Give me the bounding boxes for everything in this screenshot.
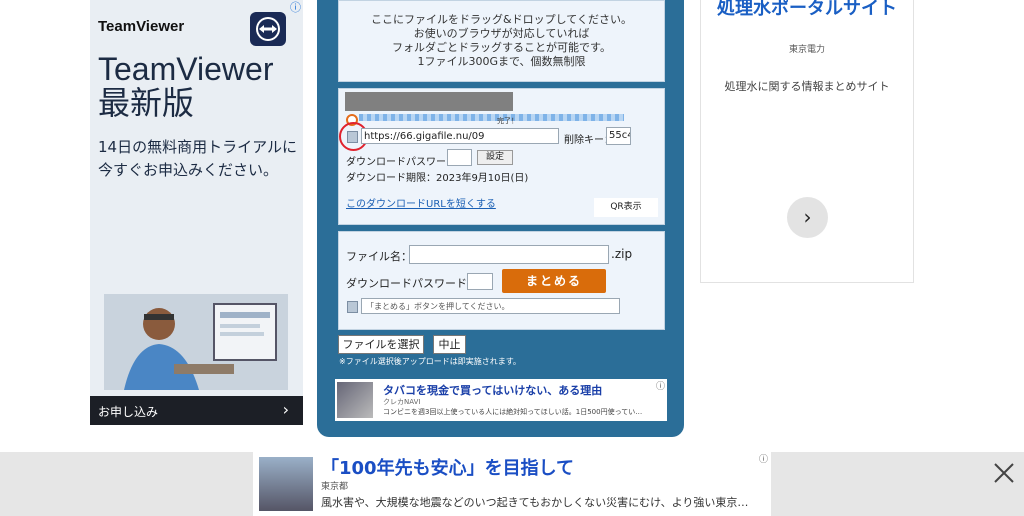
zip-hint-field: 「まとめる」ボタンを押してください。 xyxy=(361,298,620,314)
download-url-field[interactable]: https://66.gigafile.nu/09 xyxy=(361,128,559,144)
matomeru-button[interactable]: まとめる xyxy=(502,269,606,293)
zip-password-label: ダウンロードパスワード： xyxy=(346,277,478,290)
drop-zone-instructions: ここにファイルをドラッグ&ドロップしてください。 お使いのブラウザが対応していれ… xyxy=(371,13,632,68)
right-advertisement[interactable]: 処理水ポータルサイト 東京電力 処理水に関する情報まとめサイト › xyxy=(700,0,914,283)
inner-advertisement[interactable]: タバコを現金で買ってはいけない、ある理由 クレカNAVI コンビニを週3回以上使… xyxy=(335,379,667,421)
drop-zone-text: ここにファイルをドラッグ&ドロップしてください。 お使いのブラウザが対応していれ… xyxy=(339,13,664,69)
ad-cta-button[interactable]: お申し込み › xyxy=(90,396,303,425)
inner-ad-thumbnail xyxy=(337,382,373,418)
upload-complete-label: 完了！ xyxy=(497,117,518,125)
qr-button[interactable]: QR表示 xyxy=(594,198,658,217)
inner-ad-title[interactable]: タバコを現金で買ってはいけない、ある理由 xyxy=(383,382,602,398)
chevron-right-icon[interactable]: › xyxy=(787,197,828,238)
bottom-ad-body: 風水害や、大規模な地震などのいつ起きてもおかしくない災害にむけ、より強い東京… xyxy=(321,496,749,509)
upload-progress-bar xyxy=(359,114,624,121)
left-advertisement[interactable]: ⓘ TeamViewer TeamViewer 最新版 14日の無料商用トライア… xyxy=(90,0,303,425)
ad-info-icon[interactable]: ⓘ xyxy=(656,379,665,392)
ad-cta-label: お申し込み xyxy=(98,405,159,419)
ad-brand: TeamViewer xyxy=(98,18,185,35)
dl-password-field[interactable] xyxy=(447,149,472,166)
zip-filename-input[interactable] xyxy=(409,245,609,264)
stop-button[interactable]: 中止 xyxy=(433,335,466,354)
bottom-ad-advertiser: 東京都 xyxy=(321,482,349,492)
close-icon[interactable] xyxy=(992,461,1016,485)
chevron-right-icon: › xyxy=(282,400,289,419)
zip-password-field[interactable] xyxy=(467,273,493,290)
file-icon xyxy=(347,301,358,313)
delete-key-field[interactable]: 55c4 xyxy=(606,127,631,145)
ad-description: 14日の無料商用トライアルに今すぐお申込みください。 xyxy=(98,138,297,179)
bottom-advertisement[interactable]: 「100年先も安心」を目指して 東京都 風水害や、大規模な地震などのいつ起きても… xyxy=(253,452,771,516)
download-expiry: ダウンロード期限：2023年9月10日(日) xyxy=(346,173,529,184)
upload-panel: ここにファイルをドラッグ&ドロップしてください。 お使いのブラウザが対応していれ… xyxy=(317,0,684,437)
ad-photo xyxy=(104,294,288,390)
shorten-url-link[interactable]: このダウンロードURLを短くする xyxy=(346,195,496,210)
select-file-button[interactable]: ファイルを選択 xyxy=(338,335,424,354)
ad-info-icon[interactable]: ⓘ xyxy=(759,452,768,465)
inner-ad-advertiser: クレカNAVI xyxy=(383,398,421,406)
upload-note: ※ファイル選択後アップロードは即実施されます。 xyxy=(339,357,521,366)
zip-filename-label: ファイル名： xyxy=(346,250,412,263)
right-ad-body: 処理水に関する情報まとめサイト xyxy=(724,80,890,93)
zip-extension: .zip xyxy=(611,247,633,261)
ad-headline: TeamViewer 最新版 xyxy=(98,51,274,121)
set-password-button[interactable]: 設定 xyxy=(477,150,513,165)
bottom-ad-thumbnail xyxy=(259,457,313,511)
redacted-filename xyxy=(345,92,513,111)
inner-ad-body: コンビニを週3回以上使っている人には絶対知ってほしい話。1日500円使ってい… xyxy=(383,408,643,416)
right-ad-title[interactable]: 処理水ポータルサイト xyxy=(701,0,913,20)
uploaded-file-box: 完了！ https://66.gigafile.nu/09 削除キー： 55c4… xyxy=(338,88,665,225)
bottom-ad-headline[interactable]: 「100年先も安心」を目指して xyxy=(321,454,574,480)
copy-icon[interactable] xyxy=(347,131,358,143)
zip-box: ファイル名： .zip ダウンロードパスワード： まとめる 「まとめる」ボタンを… xyxy=(338,231,665,330)
teamviewer-logo-icon xyxy=(250,12,286,46)
drop-zone[interactable]: ここにファイルをドラッグ&ドロップしてください。 お使いのブラウザが対応していれ… xyxy=(338,0,665,82)
ad-info-icon[interactable]: ⓘ xyxy=(290,0,301,15)
right-ad-advertiser: 東京電力 xyxy=(788,45,825,55)
